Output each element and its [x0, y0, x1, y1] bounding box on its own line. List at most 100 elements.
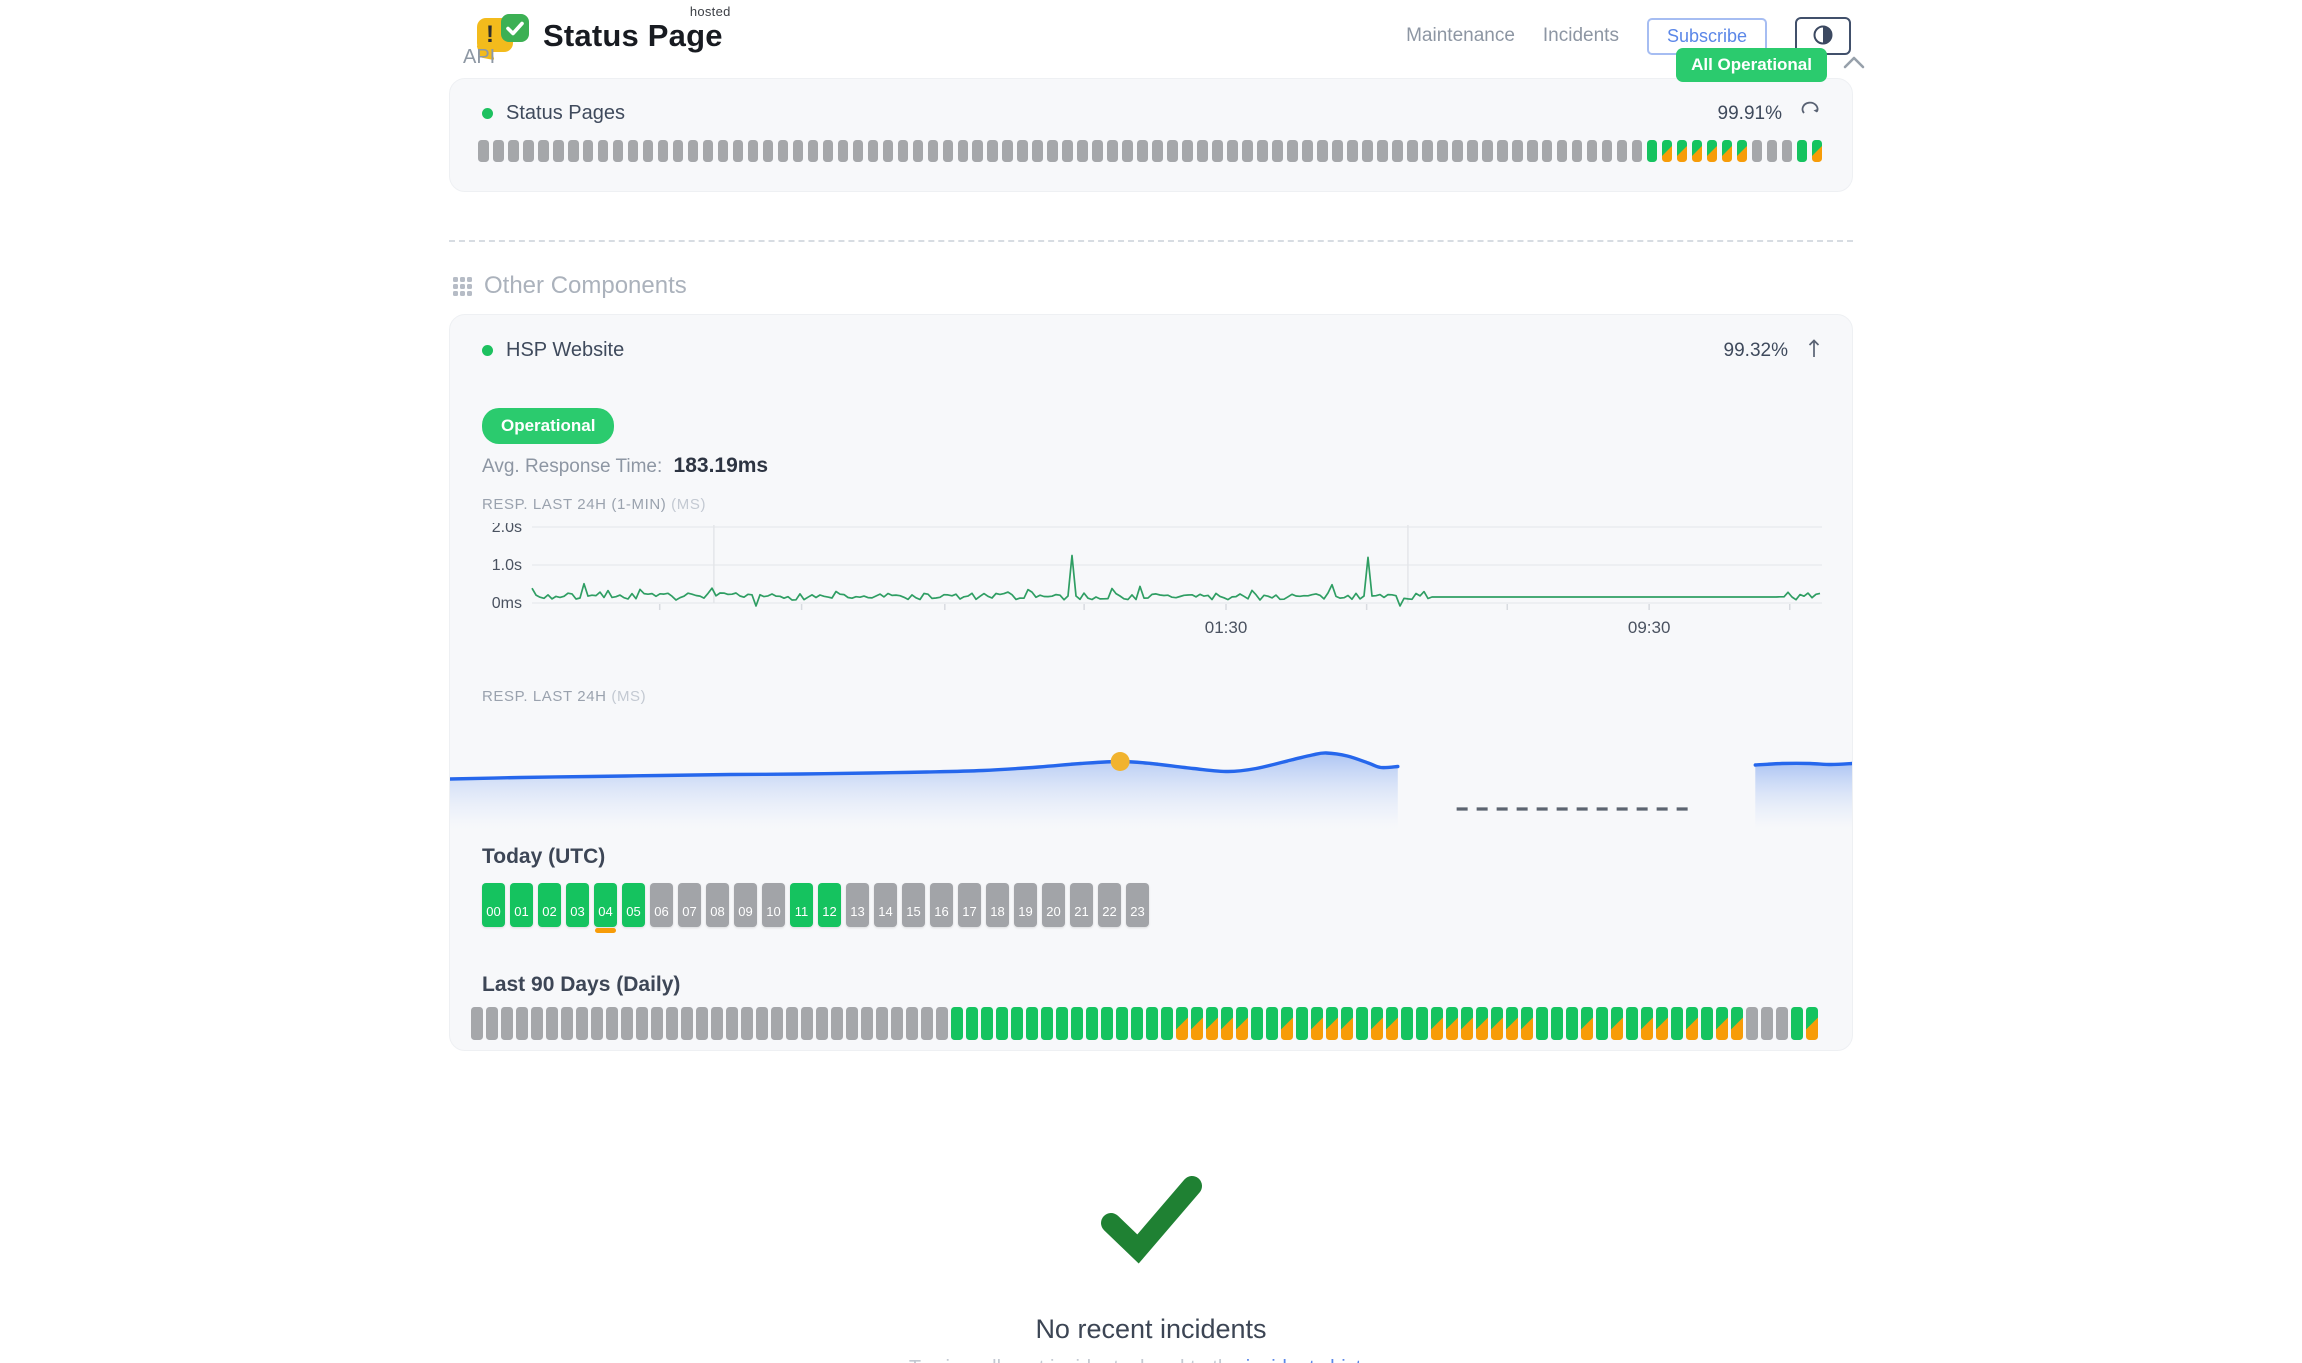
- uptime-bar[interactable]: [493, 140, 504, 162]
- uptime-bar[interactable]: [883, 140, 894, 162]
- hour-block-11[interactable]: 11: [790, 883, 813, 927]
- uptime-bar[interactable]: [1302, 140, 1313, 162]
- day-bar[interactable]: [1521, 1007, 1533, 1040]
- uptime-bar[interactable]: [568, 140, 579, 162]
- day-bar[interactable]: [1371, 1007, 1383, 1040]
- day-bar[interactable]: [1581, 1007, 1593, 1040]
- day-bar[interactable]: [1296, 1007, 1308, 1040]
- uptime-bar[interactable]: [1107, 140, 1118, 162]
- day-bar[interactable]: [1491, 1007, 1503, 1040]
- day-bar[interactable]: [741, 1007, 753, 1040]
- day-bar[interactable]: [951, 1007, 963, 1040]
- uptime-bar[interactable]: [1137, 140, 1148, 162]
- day-bar[interactable]: [726, 1007, 738, 1040]
- uptime-bar[interactable]: [703, 140, 714, 162]
- day-bar[interactable]: [1701, 1007, 1713, 1040]
- uptime-bar[interactable]: [748, 140, 759, 162]
- day-bar[interactable]: [561, 1007, 573, 1040]
- day-bar[interactable]: [1551, 1007, 1563, 1040]
- day-bar[interactable]: [1476, 1007, 1488, 1040]
- day-bar[interactable]: [936, 1007, 948, 1040]
- uptime-bar[interactable]: [1032, 140, 1043, 162]
- uptime-bar[interactable]: [1047, 140, 1058, 162]
- uptime-bar[interactable]: [1122, 140, 1133, 162]
- day-bar[interactable]: [846, 1007, 858, 1040]
- day-bar[interactable]: [1086, 1007, 1098, 1040]
- day-bar[interactable]: [1356, 1007, 1368, 1040]
- day-bar[interactable]: [576, 1007, 588, 1040]
- day-bar[interactable]: [1686, 1007, 1698, 1040]
- day-bar[interactable]: [1641, 1007, 1653, 1040]
- uptime-bar[interactable]: [1317, 140, 1328, 162]
- day-bar[interactable]: [1326, 1007, 1338, 1040]
- day-bar[interactable]: [861, 1007, 873, 1040]
- uptime-bar[interactable]: [1797, 140, 1808, 162]
- hour-block-13[interactable]: 13: [846, 883, 869, 927]
- uptime-bar[interactable]: [1737, 140, 1748, 162]
- day-bar[interactable]: [1776, 1007, 1788, 1040]
- day-bar[interactable]: [1131, 1007, 1143, 1040]
- hour-block-01[interactable]: 01: [510, 883, 533, 927]
- uptime-bar[interactable]: [598, 140, 609, 162]
- uptime-bar[interactable]: [1377, 140, 1388, 162]
- day-bar[interactable]: [501, 1007, 513, 1040]
- day-bar[interactable]: [1806, 1007, 1818, 1040]
- day-bar[interactable]: [711, 1007, 723, 1040]
- hour-block-22[interactable]: 22: [1098, 883, 1121, 927]
- hour-block-12[interactable]: 12: [818, 883, 841, 927]
- uptime-bar[interactable]: [1287, 140, 1298, 162]
- uptime-bar[interactable]: [1677, 140, 1688, 162]
- hour-block-17[interactable]: 17: [958, 883, 981, 927]
- day-bar[interactable]: [891, 1007, 903, 1040]
- day-bar[interactable]: [1146, 1007, 1158, 1040]
- day-bar[interactable]: [636, 1007, 648, 1040]
- day-bar[interactable]: [786, 1007, 798, 1040]
- uptime-bar[interactable]: [1197, 140, 1208, 162]
- uptime-bar[interactable]: [943, 140, 954, 162]
- uptime-bar[interactable]: [928, 140, 939, 162]
- uptime-bar[interactable]: [1707, 140, 1718, 162]
- uptime-bar[interactable]: [1752, 140, 1763, 162]
- day-bar[interactable]: [1026, 1007, 1038, 1040]
- day-bar[interactable]: [471, 1007, 483, 1040]
- hour-block-16[interactable]: 16: [930, 883, 953, 927]
- uptime-bar[interactable]: [1662, 140, 1673, 162]
- hour-block-23[interactable]: 23: [1126, 883, 1149, 927]
- day-bar[interactable]: [651, 1007, 663, 1040]
- response-area-chart[interactable]: [450, 711, 1852, 841]
- day-bar[interactable]: [1791, 1007, 1803, 1040]
- uptime-bar[interactable]: [1467, 140, 1478, 162]
- day-bar[interactable]: [1101, 1007, 1113, 1040]
- day-bar[interactable]: [1266, 1007, 1278, 1040]
- day-bar[interactable]: [1746, 1007, 1758, 1040]
- day-bar[interactable]: [1671, 1007, 1683, 1040]
- uptime-bar[interactable]: [1212, 140, 1223, 162]
- uptime-bar[interactable]: [478, 140, 489, 162]
- day-bar[interactable]: [1611, 1007, 1623, 1040]
- day-bar[interactable]: [966, 1007, 978, 1040]
- hour-block-00[interactable]: 00: [482, 883, 505, 927]
- uptime-bar[interactable]: [793, 140, 804, 162]
- day-bar[interactable]: [996, 1007, 1008, 1040]
- uptime-bar[interactable]: [673, 140, 684, 162]
- uptime-bar[interactable]: [1512, 140, 1523, 162]
- day-bar[interactable]: [591, 1007, 603, 1040]
- response-line-chart[interactable]: 2.0s1.0s0ms01:3009:30: [482, 523, 1852, 646]
- uptime-bar[interactable]: [1632, 140, 1643, 162]
- hour-block-05[interactable]: 05: [622, 883, 645, 927]
- uptime-bar[interactable]: [1692, 140, 1703, 162]
- uptime-bar[interactable]: [1347, 140, 1358, 162]
- nav-incidents[interactable]: Incidents: [1543, 25, 1619, 47]
- uptime-bar[interactable]: [583, 140, 594, 162]
- day-bar[interactable]: [1176, 1007, 1188, 1040]
- day-bar[interactable]: [1071, 1007, 1083, 1040]
- uptime-bar[interactable]: [1332, 140, 1343, 162]
- uptime-bar[interactable]: [1497, 140, 1508, 162]
- uptime-bar[interactable]: [1557, 140, 1568, 162]
- day-bar[interactable]: [1761, 1007, 1773, 1040]
- uptime-bar[interactable]: [1272, 140, 1283, 162]
- uptime-bar[interactable]: [1392, 140, 1403, 162]
- uptime-bar[interactable]: [1362, 140, 1373, 162]
- day-bar[interactable]: [1341, 1007, 1353, 1040]
- uptime-bar[interactable]: [1002, 140, 1013, 162]
